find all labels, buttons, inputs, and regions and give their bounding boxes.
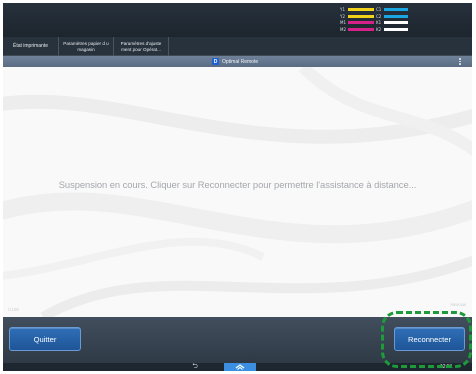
app-title-bar: D Optimal Remote — [3, 56, 472, 67]
toner-bar-yellow — [348, 8, 374, 11]
toner-bar-cyan — [384, 14, 408, 18]
home-icon[interactable] — [224, 363, 256, 371]
toner-label: M1 — [340, 20, 346, 25]
toner-bar-magenta — [348, 21, 374, 24]
toner-bar-black — [384, 27, 408, 31]
app-name: Optimal Remote — [222, 58, 259, 65]
back-arrow-icon[interactable]: ⮌ — [188, 363, 202, 371]
tab-adjustment-settings[interactable]: Paramètres d'ajuste ment pour Opérat... — [114, 37, 169, 56]
tab-paper-tray-settings[interactable]: Paramètres papier d u magasin — [59, 37, 114, 56]
toner-bar-magenta — [348, 27, 374, 31]
tab-bar: État imprimante Paramètres papier d u ma… — [3, 37, 472, 56]
optimal-remote-logo-icon: D — [212, 58, 219, 65]
toner-label: C1 — [376, 7, 382, 12]
background-waves — [3, 67, 472, 317]
toner-label: M2 — [340, 26, 346, 32]
toner-bar-cyan — [384, 8, 408, 11]
home-glyph-icon — [235, 363, 245, 370]
toner-label: Y2 — [340, 13, 345, 19]
toner-label: C2 — [376, 13, 382, 19]
screen-code: C100 — [8, 307, 19, 312]
quit-button[interactable]: Quitter — [9, 327, 81, 351]
toner-row: M2 K2 — [340, 27, 408, 32]
status-bar: Y1 C1 Y2 C2 M1 K1 M2 K2 — [3, 3, 472, 37]
toner-label: K1 — [376, 20, 382, 25]
tab-printer-status[interactable]: État imprimante — [3, 37, 59, 56]
kebab-menu-icon[interactable] — [459, 58, 462, 65]
figure-code: RBW0186 — [450, 303, 466, 307]
content-area: Suspension en cours. Cliquer sur Reconne… — [3, 67, 472, 317]
toner-label: K2 — [376, 26, 382, 32]
toner-label: Y1 — [340, 7, 345, 12]
toner-row: M1 K1 — [340, 20, 408, 25]
toner-bar-yellow — [348, 14, 374, 18]
toner-row: Y2 C2 — [340, 14, 408, 19]
toner-bar-black — [384, 21, 408, 24]
status-message: Suspension en cours. Cliquer sur Reconne… — [58, 179, 417, 190]
toner-row: Y1 C1 — [340, 7, 408, 12]
reconnect-highlight-annotation — [381, 311, 472, 368]
app-title: D Optimal Remote — [212, 56, 258, 67]
toner-levels: Y1 C1 Y2 C2 M1 K1 M2 K2 — [340, 7, 408, 35]
